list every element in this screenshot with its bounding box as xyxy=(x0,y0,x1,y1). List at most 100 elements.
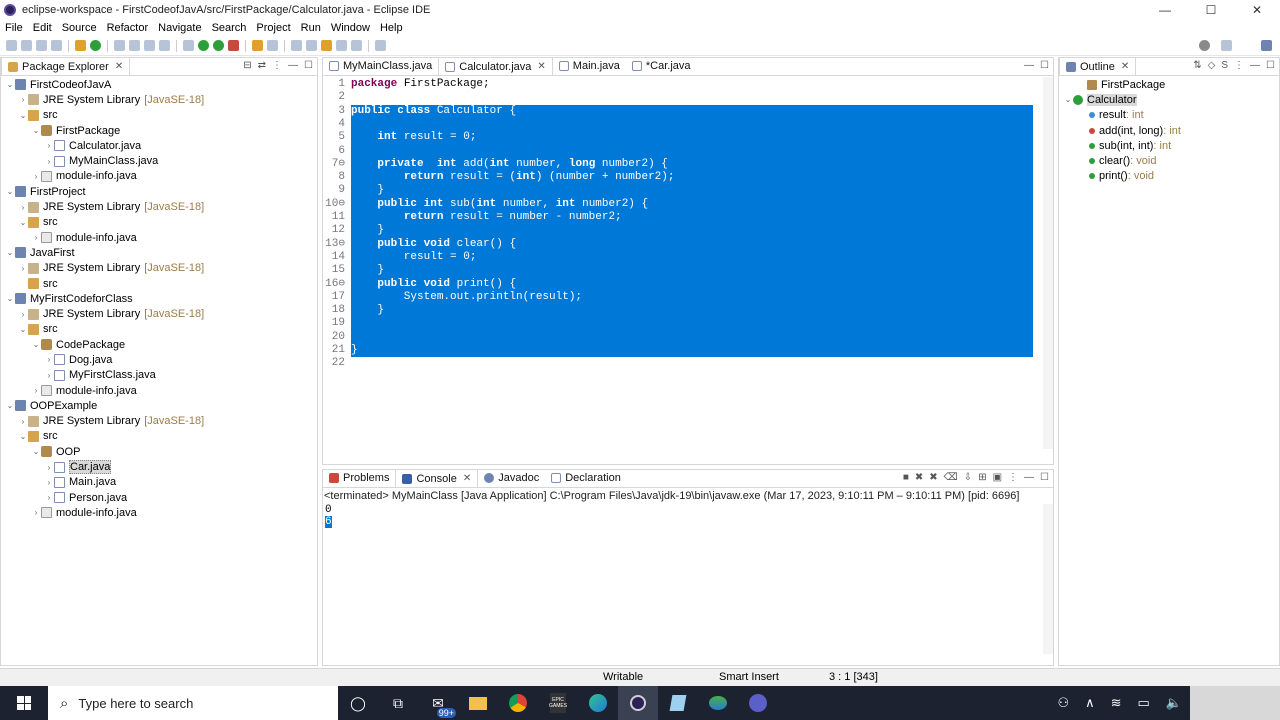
close-icon[interactable]: ✕ xyxy=(1121,61,1129,72)
taskbar-search[interactable]: ⌕ Type here to search xyxy=(48,686,338,720)
tab-console[interactable]: Console ✕ xyxy=(395,469,479,487)
tab-declaration[interactable]: Declaration xyxy=(545,469,627,487)
console-output[interactable]: 0 6 xyxy=(323,504,1053,528)
last-edit-icon[interactable] xyxy=(321,40,332,51)
notepad-icon[interactable] xyxy=(658,686,698,720)
next-annotation-icon[interactable] xyxy=(291,40,302,51)
menu-file[interactable]: File xyxy=(0,22,28,34)
code-editor[interactable]: 1 package FirstPackage; 2 3 public class Cal… xyxy=(323,76,1053,456)
menu-run[interactable]: Run xyxy=(296,22,326,34)
external-tools-icon[interactable] xyxy=(228,40,239,51)
tree-item[interactable]: › module-info.java xyxy=(1,169,317,184)
chevron-down-icon[interactable]: ⌄ xyxy=(1063,95,1073,104)
tree-item[interactable]: › Calculator.java xyxy=(1,138,317,153)
tree-item[interactable]: › Dog.java xyxy=(1,352,317,367)
refresh-icon[interactable] xyxy=(90,40,101,51)
tree-item[interactable]: › module-info.java xyxy=(1,383,317,398)
menu-refactor[interactable]: Refactor xyxy=(102,22,154,34)
display-console-icon[interactable]: ▣ xyxy=(993,472,1002,483)
chevron-down-icon[interactable]: ⌄ xyxy=(5,294,15,303)
view-menu-icon[interactable]: ⋮ xyxy=(272,60,282,71)
mail-icon[interactable]: ✉ 99+ xyxy=(418,686,458,720)
battery-icon[interactable]: ▭ xyxy=(1138,695,1150,711)
tab-javadoc[interactable]: Javadoc xyxy=(478,469,545,487)
minimize-button[interactable]: — xyxy=(1142,0,1188,20)
toolbar-search-icon[interactable] xyxy=(1199,40,1210,51)
previous-annotation-icon[interactable] xyxy=(306,40,317,51)
tree-item[interactable]: ⌄ MyFirstCodeforClass xyxy=(1,291,317,306)
chevron-down-icon[interactable]: ⌄ xyxy=(18,325,28,334)
outline-item[interactable]: sub(int, int) : int xyxy=(1059,138,1279,153)
java-perspective-icon[interactable] xyxy=(1261,40,1272,51)
link-editor-icon[interactable]: ⇄ xyxy=(258,60,266,71)
chevron-right-icon[interactable]: › xyxy=(18,310,28,319)
outline-item[interactable]: add(int, long) : int xyxy=(1059,123,1279,138)
pin-editor-icon[interactable] xyxy=(375,40,386,51)
chevron-down-icon[interactable]: ⌄ xyxy=(18,218,28,227)
chevron-right-icon[interactable]: › xyxy=(18,203,28,212)
tree-item[interactable]: ⌄ src xyxy=(1,215,317,230)
tree-item[interactable]: ⌄ JavaFirst xyxy=(1,245,317,260)
console-scrollbar[interactable] xyxy=(1043,504,1053,654)
chevron-right-icon[interactable]: › xyxy=(44,371,54,380)
chevron-right-icon[interactable]: › xyxy=(31,386,41,395)
tree-item[interactable]: › MyMainClass.java xyxy=(1,153,317,168)
block-icon[interactable] xyxy=(144,40,155,51)
chevron-down-icon[interactable]: ⌄ xyxy=(5,80,15,89)
chevron-down-icon[interactable]: ⌄ xyxy=(5,248,15,257)
chevron-right-icon[interactable]: › xyxy=(44,355,54,364)
remove-all-icon[interactable]: ✖ xyxy=(929,472,937,483)
menu-project[interactable]: Project xyxy=(251,22,295,34)
chevron-down-icon[interactable]: ⌄ xyxy=(5,401,15,410)
wifi-icon[interactable]: ≋ xyxy=(1111,695,1122,711)
tree-item[interactable]: › JRE System Library [JavaSE-18] xyxy=(1,261,317,276)
whitespace-icon[interactable] xyxy=(159,40,170,51)
highlight-icon[interactable] xyxy=(129,40,140,51)
tree-item[interactable]: › module-info.java xyxy=(1,230,317,245)
debug-icon[interactable] xyxy=(183,40,194,51)
tree-item[interactable]: ⌄ CodePackage xyxy=(1,337,317,352)
close-icon[interactable]: ✕ xyxy=(537,61,545,72)
tree-item[interactable]: ⌄ FirstCodeofJavA xyxy=(1,77,317,92)
edge-icon[interactable] xyxy=(578,686,618,720)
tree-item[interactable]: › JRE System Library [JavaSE-18] xyxy=(1,306,317,321)
tab-outline[interactable]: Outline ✕ xyxy=(1059,57,1137,75)
tree-item[interactable]: ⌄ OOP xyxy=(1,444,317,459)
tree-item[interactable]: › MyFirstClass.java xyxy=(1,368,317,383)
hide-static-icon[interactable]: S xyxy=(1221,60,1228,71)
open-task-icon[interactable] xyxy=(267,40,278,51)
search-tool-icon[interactable] xyxy=(114,40,125,51)
tab-car[interactable]: *Car.java xyxy=(626,57,697,75)
hide-fields-icon[interactable]: ◇ xyxy=(1208,60,1216,71)
chevron-down-icon[interactable]: ⌄ xyxy=(5,187,15,196)
minimize-icon[interactable]: — xyxy=(1024,472,1034,483)
chrome-icon[interactable] xyxy=(498,686,538,720)
new-icon[interactable] xyxy=(6,40,17,51)
task-view-icon[interactable]: ⧉ xyxy=(378,686,418,720)
menu-edit[interactable]: Edit xyxy=(28,22,57,34)
tab-package-explorer[interactable]: Package Explorer ✕ xyxy=(1,57,131,75)
close-icon[interactable]: ✕ xyxy=(115,61,123,72)
outline-item[interactable]: ⌄ Calculator xyxy=(1059,92,1279,107)
chevron-right-icon[interactable]: › xyxy=(31,172,41,181)
view-menu-icon[interactable]: ⋮ xyxy=(1008,472,1018,483)
chevron-right-icon[interactable]: › xyxy=(18,264,28,273)
chevron-right-icon[interactable]: › xyxy=(31,508,41,517)
tree-item[interactable]: ⌄ src xyxy=(1,429,317,444)
tree-item[interactable]: ⌄ OOPExample xyxy=(1,398,317,413)
menu-search[interactable]: Search xyxy=(207,22,252,34)
chevron-right-icon[interactable]: › xyxy=(18,95,28,104)
minimize-icon[interactable]: — xyxy=(1250,60,1260,71)
eclipse-taskbar-icon[interactable] xyxy=(618,686,658,720)
remove-launch-icon[interactable]: ✖ xyxy=(915,472,923,483)
maximize-icon[interactable]: ☐ xyxy=(1266,60,1275,71)
build-icon[interactable] xyxy=(75,40,86,51)
chevron-down-icon[interactable]: ⌄ xyxy=(18,111,28,120)
outline-item[interactable]: result : int xyxy=(1059,108,1279,123)
collapse-all-icon[interactable]: ⊟ xyxy=(243,60,251,71)
menu-help[interactable]: Help xyxy=(375,22,408,34)
scroll-lock-icon[interactable]: ⇩ xyxy=(964,472,972,483)
tab-calculator[interactable]: Calculator.java ✕ xyxy=(438,57,553,75)
outline-item[interactable]: clear() : void xyxy=(1059,153,1279,168)
outline-item[interactable]: FirstPackage xyxy=(1059,77,1279,92)
